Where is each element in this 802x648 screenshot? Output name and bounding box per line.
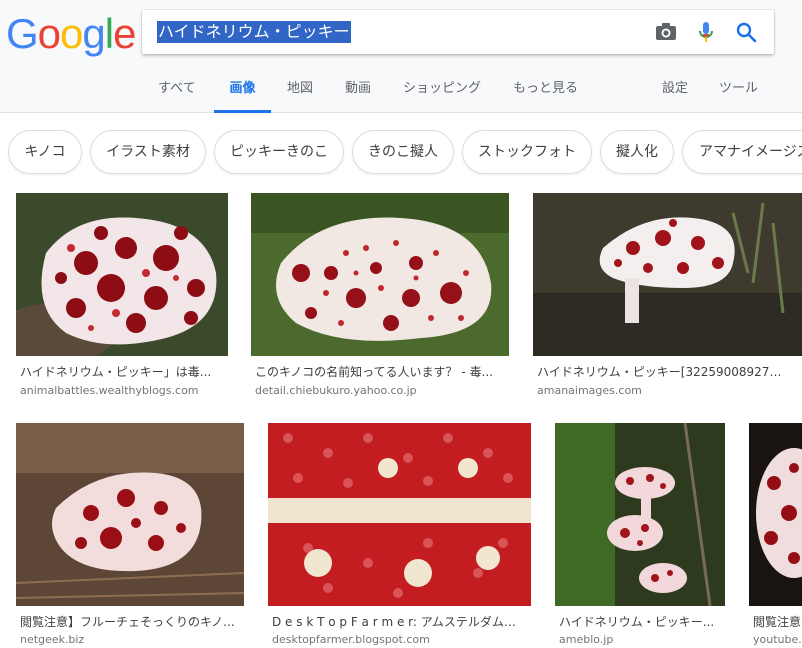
result-site[interactable]: amanaimages.com <box>537 384 782 398</box>
google-logo[interactable]: Google <box>6 10 136 58</box>
tab-all[interactable]: すべて <box>158 80 196 113</box>
result-site[interactable]: netgeek.biz <box>20 633 240 647</box>
result-site[interactable]: youtube.co <box>753 633 802 647</box>
result-site[interactable]: detail.chiebukuro.yahoo.co.jp <box>255 384 505 398</box>
logo-letter: e <box>113 10 136 57</box>
result-image[interactable] <box>16 193 228 356</box>
result-image[interactable] <box>268 423 531 606</box>
chip-mushroom[interactable]: キノコ <box>8 130 82 174</box>
tab-maps[interactable]: 地図 <box>287 80 313 113</box>
search-input[interactable]: ハイドネリウム・ピッキー <box>157 21 351 43</box>
result-image[interactable] <box>251 193 509 356</box>
tab-videos[interactable]: 動画 <box>345 80 371 113</box>
result-title[interactable]: D e s k T o p F a r m e r: アムステルダムの... <box>272 614 527 630</box>
result-site[interactable]: animalbattles.wealthyblogs.com <box>20 384 224 398</box>
logo-letter: o <box>60 10 83 57</box>
tab-more[interactable]: もっと見る <box>513 80 578 113</box>
result-title[interactable]: このキノコの名前知ってる人います？ - 毒... <box>255 364 505 380</box>
result-image[interactable] <box>16 423 244 606</box>
tab-settings[interactable]: 設定 <box>662 80 688 113</box>
chip-personification[interactable]: 擬人化 <box>600 130 674 174</box>
tab-images[interactable]: 画像 <box>214 80 271 113</box>
chip-picky-mushroom[interactable]: ピッキーきのこ <box>214 130 344 174</box>
result-site[interactable]: ameblo.jp <box>559 633 722 647</box>
result-title[interactable]: ハイドネリウム・ピッキー... <box>559 614 722 630</box>
result-title[interactable]: ハイドネリウム・ピッキー[32259008927]... <box>537 364 782 380</box>
result-title[interactable]: 閲覧注意】フルーチェそっくりのキノ... <box>20 614 240 630</box>
search-tabs: すべて 画像 地図 動画 ショッピング もっと見る 設定 ツール <box>0 74 802 113</box>
logo-letter: G <box>6 10 39 57</box>
result-image[interactable] <box>749 423 802 606</box>
search-box[interactable]: ハイドネリウム・ピッキー <box>142 10 774 54</box>
result-image[interactable] <box>555 423 725 606</box>
chip-illustration[interactable]: イラスト素材 <box>90 130 206 174</box>
chip-stock-photo[interactable]: ストックフォト <box>462 130 592 174</box>
result-site[interactable]: desktopfarmer.blogspot.com <box>272 633 527 647</box>
result-image[interactable] <box>533 193 802 356</box>
logo-letter: l <box>104 10 114 57</box>
result-title[interactable]: 閲覧注意 <box>753 614 802 630</box>
search-icon[interactable] <box>732 18 760 46</box>
microphone-icon[interactable] <box>692 18 720 46</box>
result-title[interactable]: ハイドネリウム・ピッキー」は毒... <box>20 364 224 380</box>
logo-letter: o <box>37 10 61 57</box>
camera-icon[interactable] <box>652 18 680 46</box>
chip-amana-images[interactable]: アマナイメージズ <box>682 130 802 174</box>
logo-letter: g <box>82 10 105 57</box>
tab-shopping[interactable]: ショッピング <box>403 80 481 113</box>
header: Google ハイドネリウム・ピッキー すべて 画像 地図 動画 ショッピング … <box>0 0 802 113</box>
related-search-chips: キノコ イラスト素材 ピッキーきのこ きのこ擬人 ストックフォト 擬人化 アマナ… <box>0 113 802 185</box>
tab-tools[interactable]: ツール <box>719 80 758 113</box>
chip-mushroom-personified[interactable]: きのこ擬人 <box>352 130 454 174</box>
